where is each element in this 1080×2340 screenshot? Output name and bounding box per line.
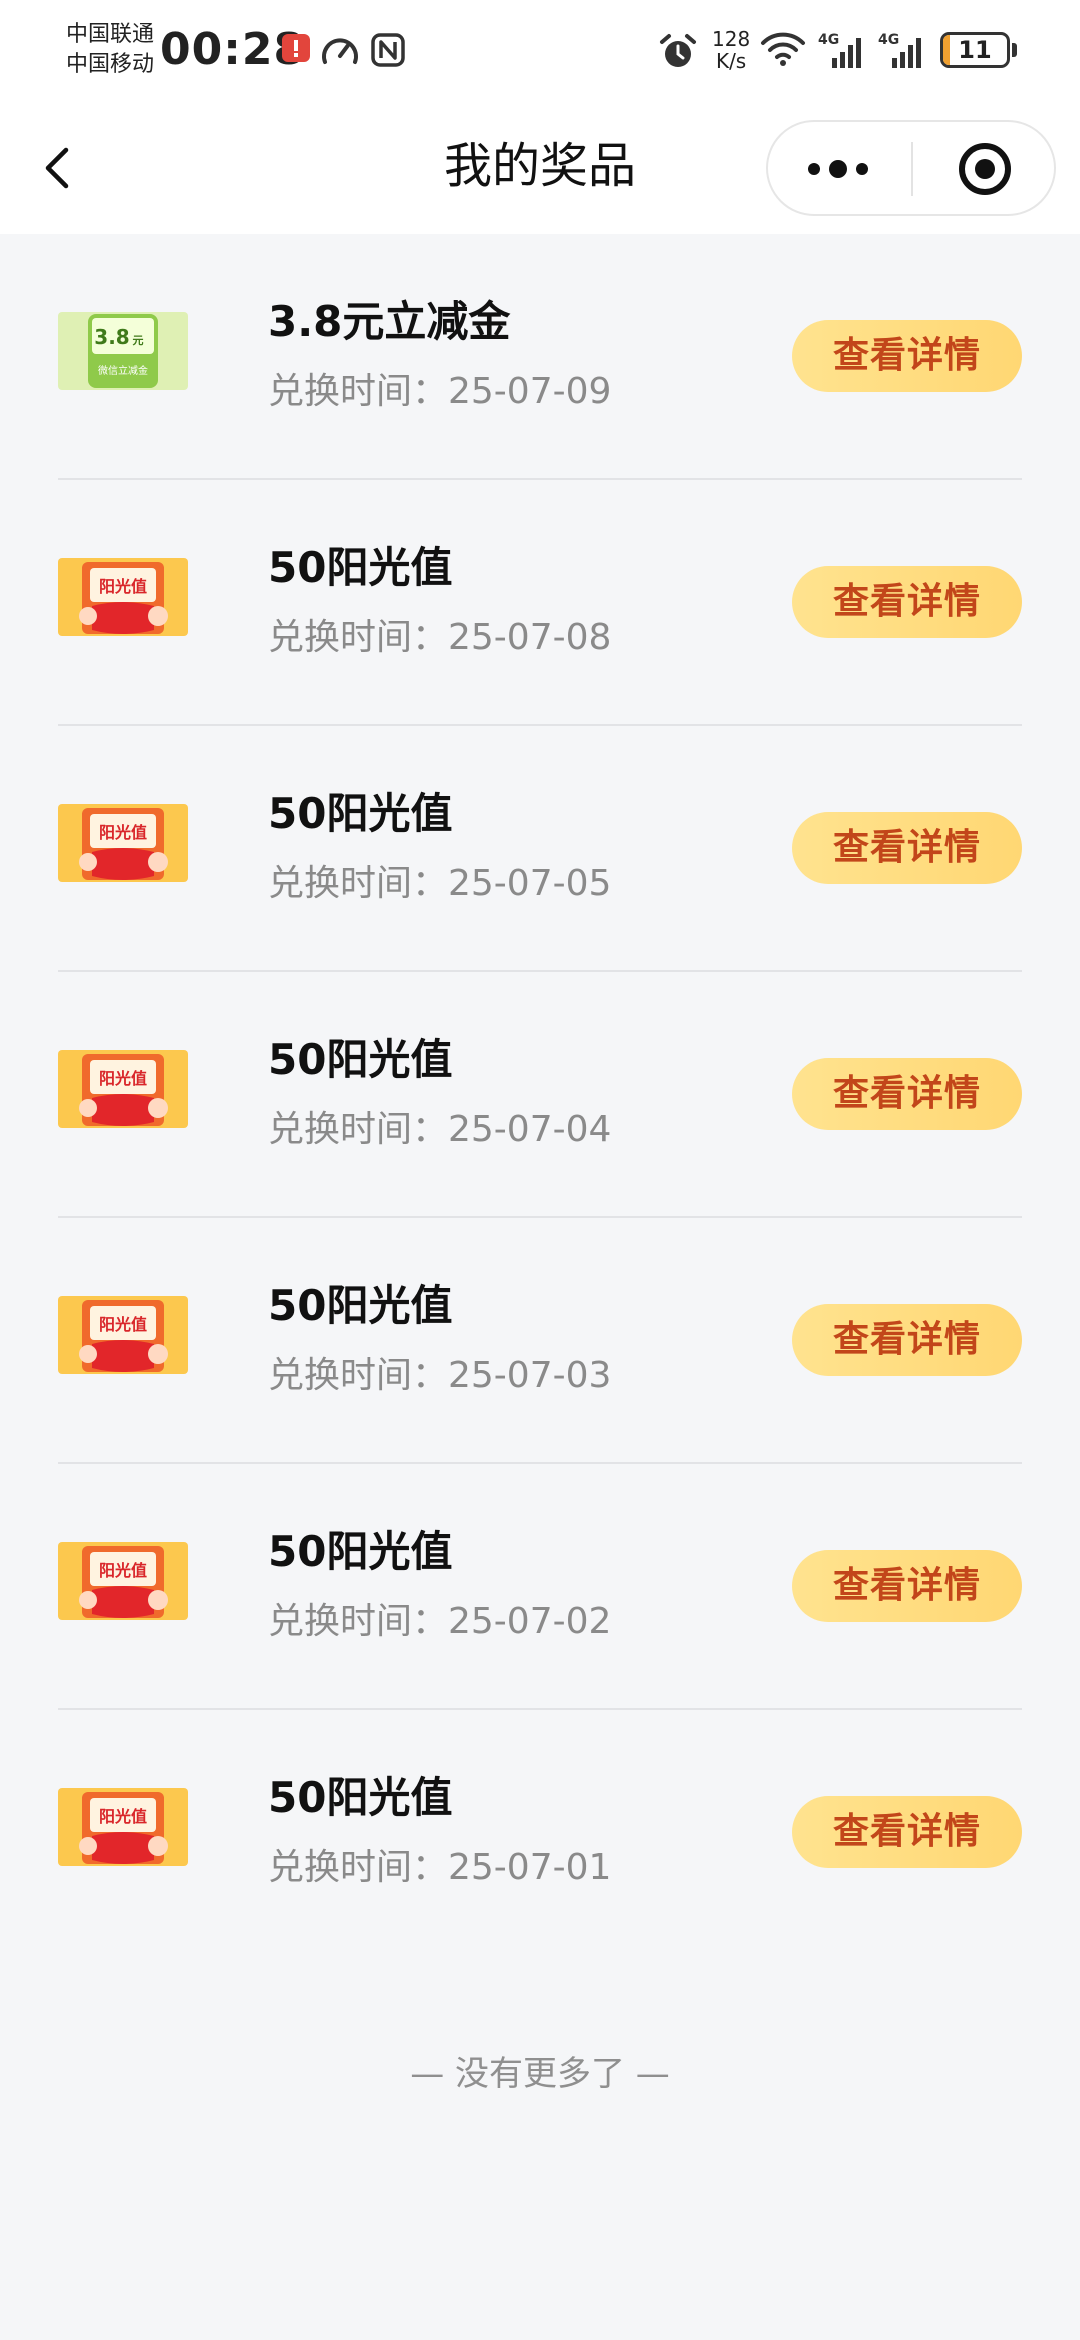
prize-name: 50阳光值 bbox=[268, 543, 453, 592]
view-details-button[interactable]: 查看详情 bbox=[792, 812, 1022, 884]
prize-name: 50阳光值 bbox=[268, 1281, 453, 1330]
more-button[interactable] bbox=[768, 122, 911, 214]
coupon-amount: 3.8 bbox=[94, 325, 129, 349]
prize-name: 3.8元立减金 bbox=[268, 297, 511, 346]
sunshine-label: 阳光值 bbox=[99, 577, 147, 596]
prize-redeem-time: 兑换时间：25-07-05 bbox=[268, 863, 612, 904]
prize-name: 50阳光值 bbox=[268, 1035, 453, 1084]
view-details-button[interactable]: 查看详情 bbox=[792, 1796, 1022, 1868]
sunshine-value-thumbnail: 阳光值 bbox=[58, 1050, 188, 1128]
view-details-button[interactable]: 查看详情 bbox=[792, 566, 1022, 638]
prize-row: 阳光值 50阳光值兑换时间：25-07-02 查看详情 bbox=[58, 1464, 1022, 1710]
battery-tip bbox=[1012, 43, 1017, 57]
sunshine-label: 阳光值 bbox=[99, 1807, 147, 1826]
notification-badge-icon bbox=[280, 32, 312, 68]
sunshine-label: 阳光值 bbox=[99, 1069, 147, 1088]
prize-name: 50阳光值 bbox=[268, 1527, 453, 1576]
prize-row: 阳光值 50阳光值兑换时间：25-07-03 查看详情 bbox=[58, 1218, 1022, 1464]
close-mini-program-button[interactable] bbox=[913, 122, 1054, 214]
prize-redeem-time: 兑换时间：25-07-03 bbox=[268, 1355, 612, 1396]
prize-redeem-time: 兑换时间：25-07-04 bbox=[268, 1109, 612, 1150]
network-speed: 128 K/s bbox=[712, 28, 750, 72]
prize-row: 阳光值 50阳光值兑换时间：25-07-01 查看详情 bbox=[58, 1710, 1022, 1956]
prize-redeem-time: 兑换时间：25-07-09 bbox=[268, 371, 612, 412]
prize-redeem-time: 兑换时间：25-07-08 bbox=[268, 617, 612, 658]
nfc-icon bbox=[370, 32, 406, 72]
sunshine-value-thumbnail: 阳光值 bbox=[58, 1542, 188, 1620]
network-speed-value: 128 bbox=[712, 27, 751, 51]
status-bar: 中国联通 中国移动 00:28 128 K/s 4G 4G 11 bbox=[0, 0, 1080, 108]
view-details-button[interactable]: 查看详情 bbox=[792, 320, 1022, 392]
network-speed-unit: K/s bbox=[715, 49, 747, 73]
battery-icon: 11 bbox=[940, 32, 1010, 68]
prize-row: 阳光值 50阳光值兑换时间：25-07-04 查看详情 bbox=[58, 972, 1022, 1218]
prize-name: 50阳光值 bbox=[268, 789, 453, 838]
no-more-text: — 没有更多了 — bbox=[410, 2054, 670, 2094]
view-details-button[interactable]: 查看详情 bbox=[792, 1550, 1022, 1622]
view-details-button[interactable]: 查看详情 bbox=[792, 1304, 1022, 1376]
prize-row: 3.8 元微信立减金 3.8元立减金兑换时间：25-07-09 查看详情 bbox=[58, 234, 1022, 480]
coupon-unit: 元 bbox=[133, 334, 144, 347]
signal-strength-icon-2: 4G bbox=[878, 30, 930, 74]
battery-level: 11 bbox=[958, 36, 992, 64]
more-dots-icon bbox=[808, 160, 868, 178]
sunshine-label: 阳光值 bbox=[99, 823, 147, 842]
sunshine-value-thumbnail: 阳光值 bbox=[58, 804, 188, 882]
prize-row: 阳光值 50阳光值兑换时间：25-07-08 查看详情 bbox=[58, 480, 1022, 726]
sunshine-value-thumbnail: 阳光值 bbox=[58, 1296, 188, 1374]
sunshine-label: 阳光值 bbox=[99, 1315, 147, 1334]
wifi-icon bbox=[760, 30, 806, 72]
coupon-caption: 微信立减金 bbox=[98, 364, 148, 377]
carrier-names: 中国联通 中国移动 bbox=[66, 20, 154, 80]
prize-row: 阳光值 50阳光值兑换时间：25-07-05 查看详情 bbox=[58, 726, 1022, 972]
mini-program-capsule bbox=[766, 120, 1056, 216]
speedometer-icon bbox=[320, 32, 360, 70]
sunshine-value-thumbnail: 阳光值 bbox=[58, 558, 188, 636]
signal-label-1: 4G bbox=[818, 32, 839, 48]
carrier-1: 中国联通 bbox=[66, 22, 155, 47]
signal-label-2: 4G bbox=[878, 32, 899, 48]
carrier-2: 中国移动 bbox=[66, 52, 155, 77]
coupon-thumbnail: 3.8 元微信立减金 bbox=[58, 312, 188, 390]
sunshine-value-thumbnail: 阳光值 bbox=[58, 1788, 188, 1866]
signal-strength-icon: 4G bbox=[818, 30, 870, 74]
sunshine-label: 阳光值 bbox=[99, 1561, 147, 1580]
prize-redeem-time: 兑换时间：25-07-02 bbox=[268, 1601, 612, 1642]
prize-redeem-time: 兑换时间：25-07-01 bbox=[268, 1847, 612, 1888]
target-close-icon bbox=[959, 143, 1011, 195]
prize-name: 50阳光值 bbox=[268, 1773, 453, 1822]
view-details-button[interactable]: 查看详情 bbox=[792, 1058, 1022, 1130]
alarm-icon bbox=[658, 32, 698, 76]
nav-bar: 我的奖品 bbox=[0, 108, 1080, 234]
